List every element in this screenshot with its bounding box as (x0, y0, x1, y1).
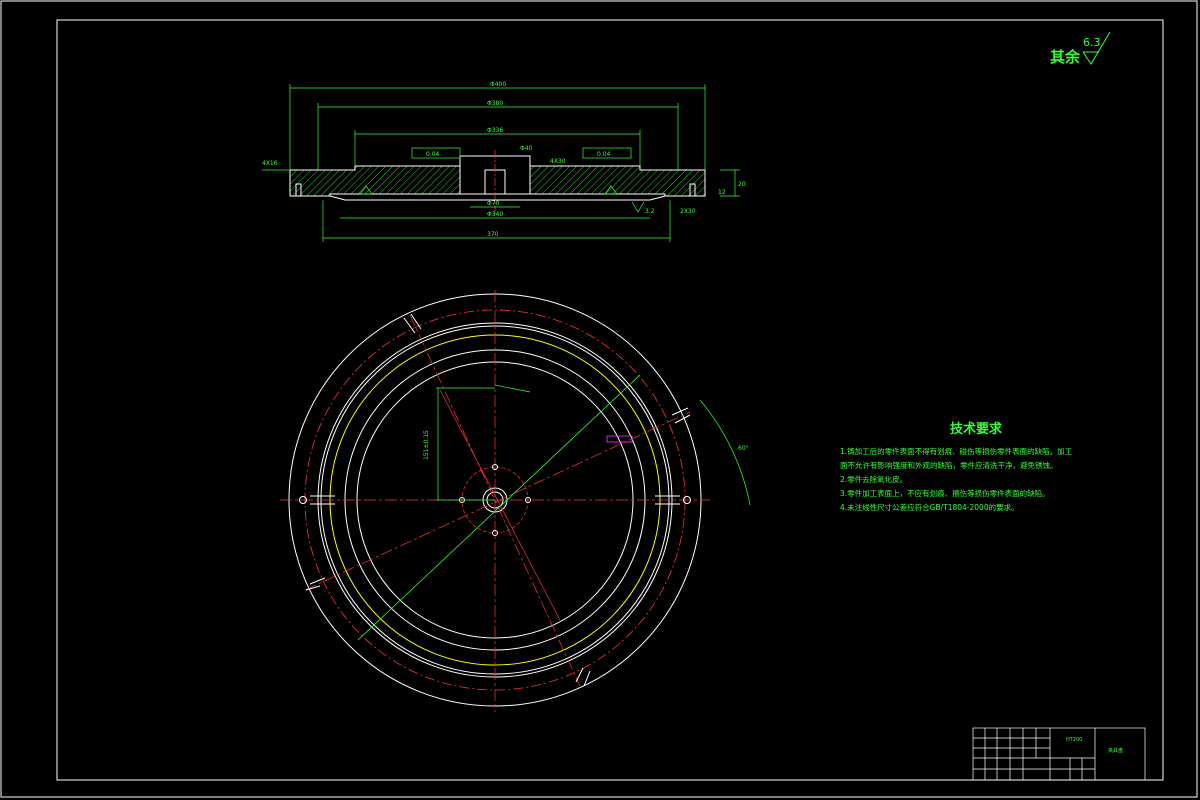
dim-d1: Φ400 (490, 81, 506, 88)
roughness-label: 其余 (1050, 48, 1081, 66)
dim-h2: 12 (718, 189, 726, 196)
dim-d4: Φ40 (520, 145, 533, 152)
plan-view: 151±0.15 60° (280, 290, 751, 712)
section-view: Φ400 Φ380 Φ336 Φ40 Φ70 Φ340 370 20 12 4X… (262, 81, 746, 242)
title-block-material: HT200 (1066, 737, 1082, 743)
dim-h3: 4X16 (262, 160, 278, 167)
roughness-value: 6.3 (1083, 36, 1101, 49)
title-block-part-name: 夹具盘 (1108, 747, 1123, 754)
section-body-right (529, 165, 706, 197)
dim-h1: 20 (738, 181, 746, 188)
tech-line-5: 4.未注线性尺寸公差应符合GB/T1804-2000的要求。 (840, 502, 1019, 512)
roughness-symbol: 其余 6.3 (1050, 31, 1111, 66)
dim-d6: Φ340 (487, 211, 503, 218)
drawing-canvas: 其余 6.3 Φ400 Φ380 Φ336 Φ40 Φ70 Φ340 370 2… (0, 0, 1198, 798)
tech-line-4: 3.零件加工表面上，不应有划痕、擦伤等损伤零件表面的缺陷。 (840, 488, 1050, 498)
dim-r1: 3.2 (645, 208, 655, 215)
dim-v1: 151±0.15 (423, 430, 430, 460)
tech-line-3: 2.零件去除氧化皮。 (840, 474, 907, 484)
tech-title: 技术要求 (950, 421, 1003, 437)
tol-pos1: 0.04 (426, 151, 440, 158)
dim-d8: 2X30 (680, 208, 696, 215)
title-block (972, 727, 1146, 781)
tol-pos2: 0.04 (597, 151, 611, 158)
dim-d3: Φ336 (487, 127, 503, 134)
dim-d7: 370 (487, 231, 499, 238)
tech-line-2: 面不允许有影响强度和外观的缺陷，零件应清洗干净，避免锈蚀。 (840, 460, 1058, 470)
tech-line-1: 1.铸加工后的零件表面不得有划痕、碰伤等损伤零件表面的缺陷。加工 (840, 446, 1073, 456)
dim-angle: 60° (738, 445, 749, 452)
section-body (289, 165, 461, 197)
tech-requirements: 技术要求 1.铸加工后的零件表面不得有划痕、碰伤等损伤零件表面的缺陷。加工 面不… (840, 421, 1073, 512)
dim-d2: Φ380 (487, 100, 503, 107)
dim-d5: Φ70 (487, 200, 500, 207)
dim-d9: 4X30 (550, 158, 566, 165)
